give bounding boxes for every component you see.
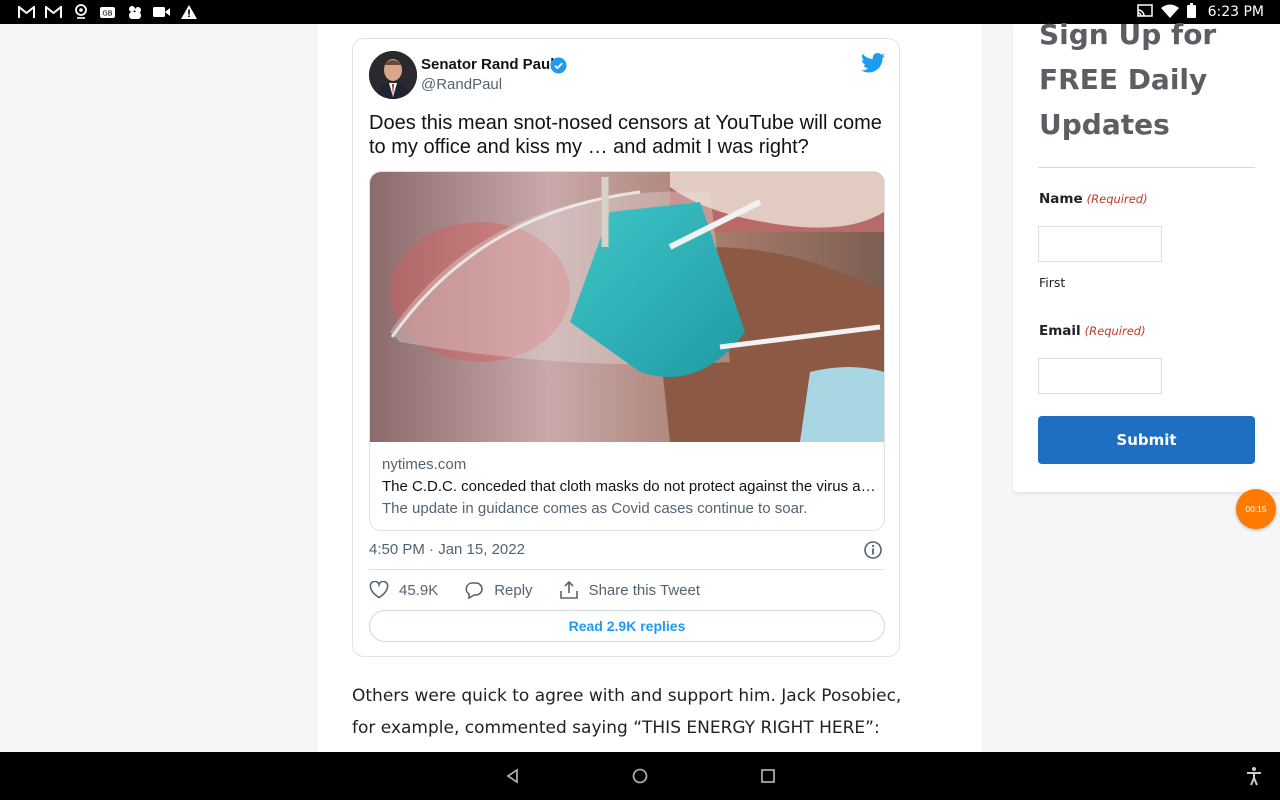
author-name[interactable]: Senator Rand Paul [421,56,554,73]
tweet-timestamp[interactable]: 4:50 PM · Jan 15, 2022 [369,541,525,558]
author-handle[interactable]: @RandPaul [421,76,502,93]
email-label: Email (Required) [1039,323,1146,339]
recording-timer-badge[interactable]: 00:15 [1236,489,1276,529]
recents-icon[interactable] [760,768,776,784]
email-label-text: Email [1039,323,1081,339]
card-domain: nytimes.com [382,456,467,473]
home-icon[interactable] [632,768,648,784]
notification-icons: GB [18,4,197,20]
teams-icon [126,4,143,20]
first-name-input[interactable] [1038,226,1162,262]
info-icon[interactable] [863,540,883,560]
signup-divider [1038,167,1255,168]
mask-photo [370,172,884,442]
reply-icon [465,582,483,599]
tweet-actions: 45.9K Reply Share this Tweet [369,581,726,599]
reply-label: Reply [494,581,533,599]
email-required: (Required) [1084,324,1146,338]
submit-button[interactable]: Submit [1038,416,1255,464]
heart-icon [369,581,389,599]
verified-badge-icon [550,57,567,74]
reply-button[interactable]: Reply [464,581,533,599]
navigation-bar [0,752,1280,800]
signup-widget: Sign Up for FREE Daily Updates Name (Requ… [1013,18,1280,492]
video-icon [153,4,170,20]
article-paragraph: Others were quick to agree with and supp… [352,686,902,738]
read-replies-button[interactable]: Read 2.9K replies [369,610,885,642]
twitter-bird-icon[interactable] [861,53,885,73]
name-label-text: Name [1039,191,1083,207]
signup-title: Sign Up for FREE Daily Updates [1039,18,1217,141]
accessibility-icon[interactable] [1244,766,1264,786]
name-required: (Required) [1086,192,1148,206]
share-label: Share this Tweet [588,581,701,599]
link-preview-card[interactable]: nytimes.com The C.D.C. conceded that clo… [369,171,885,531]
news-icon: GB [99,4,116,20]
card-description: The update in guidance comes as Covid ca… [382,500,808,517]
gmail-icon [45,4,62,20]
left-gutter [0,24,252,752]
gmail-icon [18,4,35,20]
share-icon [559,581,578,599]
embedded-tweet: Senator Rand Paul @RandPaul Does this me… [352,38,900,657]
alert-icon [180,4,197,20]
email-input[interactable] [1038,358,1162,394]
card-title: The C.D.C. conceded that cloth masks do … [382,478,876,495]
tweet-text: Does this mean snot-nosed censors at You… [369,112,882,158]
share-button[interactable]: Share this Tweet [559,581,700,599]
like-button[interactable]: 45.9K [369,581,438,599]
first-sublabel: First [1039,275,1066,290]
like-count: 45.9K [399,581,439,599]
tweet-divider [369,569,885,570]
avatar[interactable] [369,51,417,99]
location-icon [72,4,89,20]
name-label: Name (Required) [1039,191,1148,207]
svg-text:GB: GB [102,9,112,17]
back-icon[interactable] [505,768,521,784]
